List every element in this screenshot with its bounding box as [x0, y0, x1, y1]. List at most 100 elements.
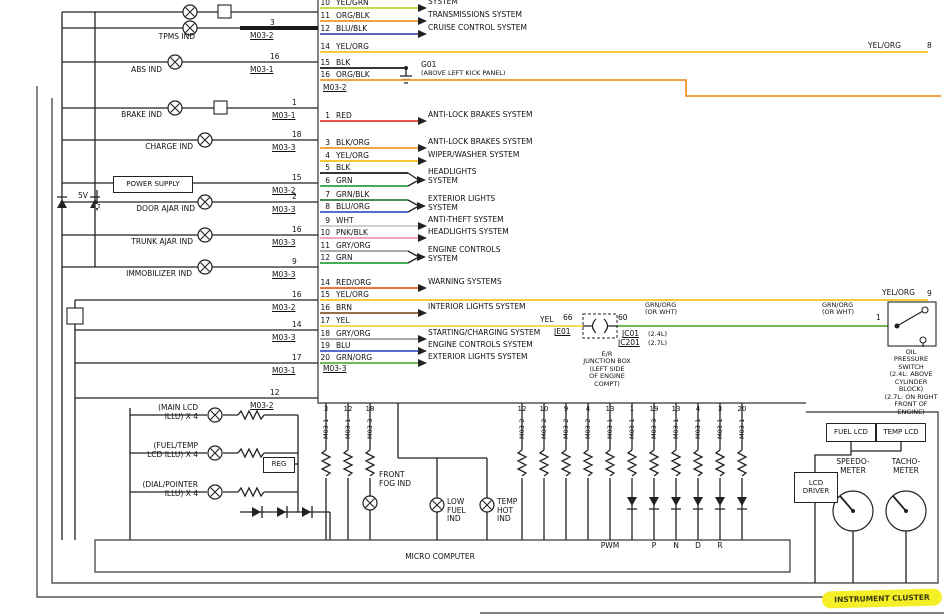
label-immobilizer-ind: IMMOBILIZER IND	[92, 270, 192, 279]
connector-stub: 14 M03-3	[272, 333, 296, 342]
bottom-pin: 3 M03-1	[712, 405, 728, 444]
label-speedometer: SPEEDO- METER	[825, 458, 881, 475]
wire-system: ANTI-THEFT SYSTEM	[428, 215, 504, 224]
page-connector-8: 8	[927, 42, 932, 51]
wire-color: BLK/ORG	[336, 138, 370, 147]
wire-pin: 9	[314, 216, 330, 225]
wire-pin: 10	[314, 228, 330, 237]
wire-pin: 14	[314, 42, 330, 51]
wire-row: 10 PNK/BLK HEADLIGHTS SYSTEM	[320, 228, 650, 238]
wire-row: 11 GRY/ORG ENGINE CONTROLS SYSTEM	[320, 241, 650, 251]
wire-pin: 1	[314, 111, 330, 120]
label-trunk-ajar-ind: TRUNK AJAR IND	[98, 238, 193, 247]
wire-row: 11 ORG/BLK TRANSMISSIONS SYSTEM	[320, 11, 650, 21]
wire-color: WHT	[336, 216, 354, 225]
wire-row: 4 YEL/ORG WIPER/WASHER SYSTEM	[320, 151, 650, 161]
bottom-pin-number: 19	[646, 405, 662, 414]
bottom-pin-connector: M03-2	[562, 414, 570, 444]
wire-pin: 15	[314, 290, 330, 299]
bottom-pin-connector: M03-2	[540, 414, 548, 444]
wire-color: BRN	[336, 303, 352, 312]
bottom-pin-connector: M03-1	[738, 414, 746, 444]
stub-pin: 16	[292, 225, 308, 234]
wire-color: GRY/ORG	[336, 241, 371, 250]
wire-pin: 16	[314, 303, 330, 312]
wire-pin: 12	[314, 24, 330, 33]
connector-stub: 16 M03-3	[272, 238, 296, 247]
connector-stub: 17 M03-1	[272, 366, 296, 375]
bottom-pin-number: 20	[734, 405, 750, 414]
wire-pin: 11	[314, 11, 330, 20]
wire-pin: 8	[314, 202, 330, 211]
indicator-lamp-icon	[198, 228, 212, 242]
lcd-driver-box: LCD DRIVER	[794, 472, 838, 503]
stub-pin: 15	[292, 173, 308, 182]
wire-row: 14 RED/ORG WARNING SYSTEMS	[320, 278, 650, 288]
label-charge-ind: CHARGE IND	[108, 143, 193, 152]
wire-color: BLK	[336, 163, 350, 172]
wire-color: ORG/BLK	[336, 70, 370, 79]
wire-row: 12 BLU/BLK CRUISE CONTROL SYSTEM	[320, 24, 650, 34]
illumination-lamp-icon	[208, 408, 222, 422]
label-tachometer: TACHO- METER	[878, 458, 934, 475]
label-grn-org-2: GRN/ORG (OR WHT)	[822, 302, 854, 317]
wire-system: ANTI-LOCK BRAKES SYSTEM	[428, 137, 532, 146]
wire-system: ANTI-LOCK BRAKES SYSTEM	[428, 110, 532, 119]
power-supply-box: POWER SUPPLY	[113, 176, 193, 193]
tachometer-gauge-icon	[886, 491, 926, 531]
wire-system: SYSTEM	[428, 0, 458, 6]
label-yel-org-mid: YEL/ORG	[882, 289, 915, 298]
wire-color: YEL/GRN	[336, 0, 369, 7]
wire-pin: 6	[314, 176, 330, 185]
label-fuel-temp-lcd-illu: (FUEL/TEMP LCD ILLU) X 4	[116, 442, 198, 459]
connector-label-m03-2: M03-2	[323, 84, 347, 93]
bottom-pin: 4 M03-2	[580, 405, 596, 444]
wire-row: 6 GRN	[320, 176, 650, 186]
front-fog-lamp-icon	[363, 496, 377, 510]
stub-pin: 9	[292, 257, 308, 266]
indicator-lamp-icon	[198, 133, 212, 147]
bottom-pin: 20 M03-1	[734, 405, 750, 444]
label-dial-pointer-illu: (DIAL/POINTER ILLU) X 4	[116, 481, 198, 498]
wire-pin: 16	[314, 70, 330, 79]
wire-pin: 19	[314, 341, 330, 350]
stub-connector: M03-3	[272, 270, 296, 279]
connector-stub: 16 M03-1	[250, 65, 274, 74]
wire-row: 17 YEL	[320, 316, 650, 326]
connector-stub: 12 M03-2	[250, 401, 274, 410]
wire-system: ENGINE CONTROLS SYSTEM	[428, 340, 533, 349]
stub-pin: 16	[270, 52, 286, 61]
wire-system: HEADLIGHTS SYSTEM	[428, 227, 509, 236]
label-temp-hot-ind: TEMP HOT IND	[497, 498, 517, 524]
wire-pin: 4	[314, 151, 330, 160]
wire-row: 19 BLU ENGINE CONTROLS SYSTEM	[320, 341, 650, 351]
wire-system: WARNING SYSTEMS	[428, 277, 502, 286]
fuel-lcd-box: FUEL LCD	[826, 423, 876, 442]
wire-color: BLU/ORG	[336, 202, 370, 211]
stub-connector: M03-2	[250, 401, 274, 410]
wire-pin: 17	[314, 316, 330, 325]
label-yel-org-top: YEL/ORG	[868, 42, 901, 51]
low-fuel-lamp-icon	[430, 498, 444, 512]
label-abs-ind: ABS IND	[90, 66, 162, 75]
wire-row: 16 BRN INTERIOR LIGHTS SYSTEM	[320, 303, 650, 313]
bottom-pin-number: 4	[580, 405, 596, 414]
wire-system: INTERIOR LIGHTS SYSTEM	[428, 302, 526, 311]
bottom-pin-connector: M03-1	[716, 414, 724, 444]
label-micro-computer: MICRO COMPUTER	[355, 553, 525, 562]
connector-stub: 9 M03-3	[272, 270, 296, 279]
bottom-pin: 18 M03-3	[362, 405, 378, 444]
instrument-cluster-wiring-diagram: TPMS IND ABS IND BRAKE IND CHARGE IND PO…	[0, 0, 944, 616]
wire-pin: 18	[314, 329, 330, 338]
indicator-lamp-icon	[168, 101, 182, 115]
wire-row: 20 GRN/ORG EXTERIOR LIGHTS SYSTEM	[320, 353, 650, 363]
wire-color: YEL/ORG	[336, 290, 369, 299]
junction-note-24l: (2.4L)	[648, 331, 667, 338]
wire-pin: 3	[314, 138, 330, 147]
wire-color: GRN/ORG	[336, 353, 372, 362]
label-n: N	[671, 542, 681, 551]
bottom-pin-number: 3	[712, 405, 728, 414]
bottom-pin-number: 12	[340, 405, 356, 414]
stub-connector: M03-2	[250, 31, 274, 40]
label-brake-ind: BRAKE IND	[90, 111, 162, 120]
